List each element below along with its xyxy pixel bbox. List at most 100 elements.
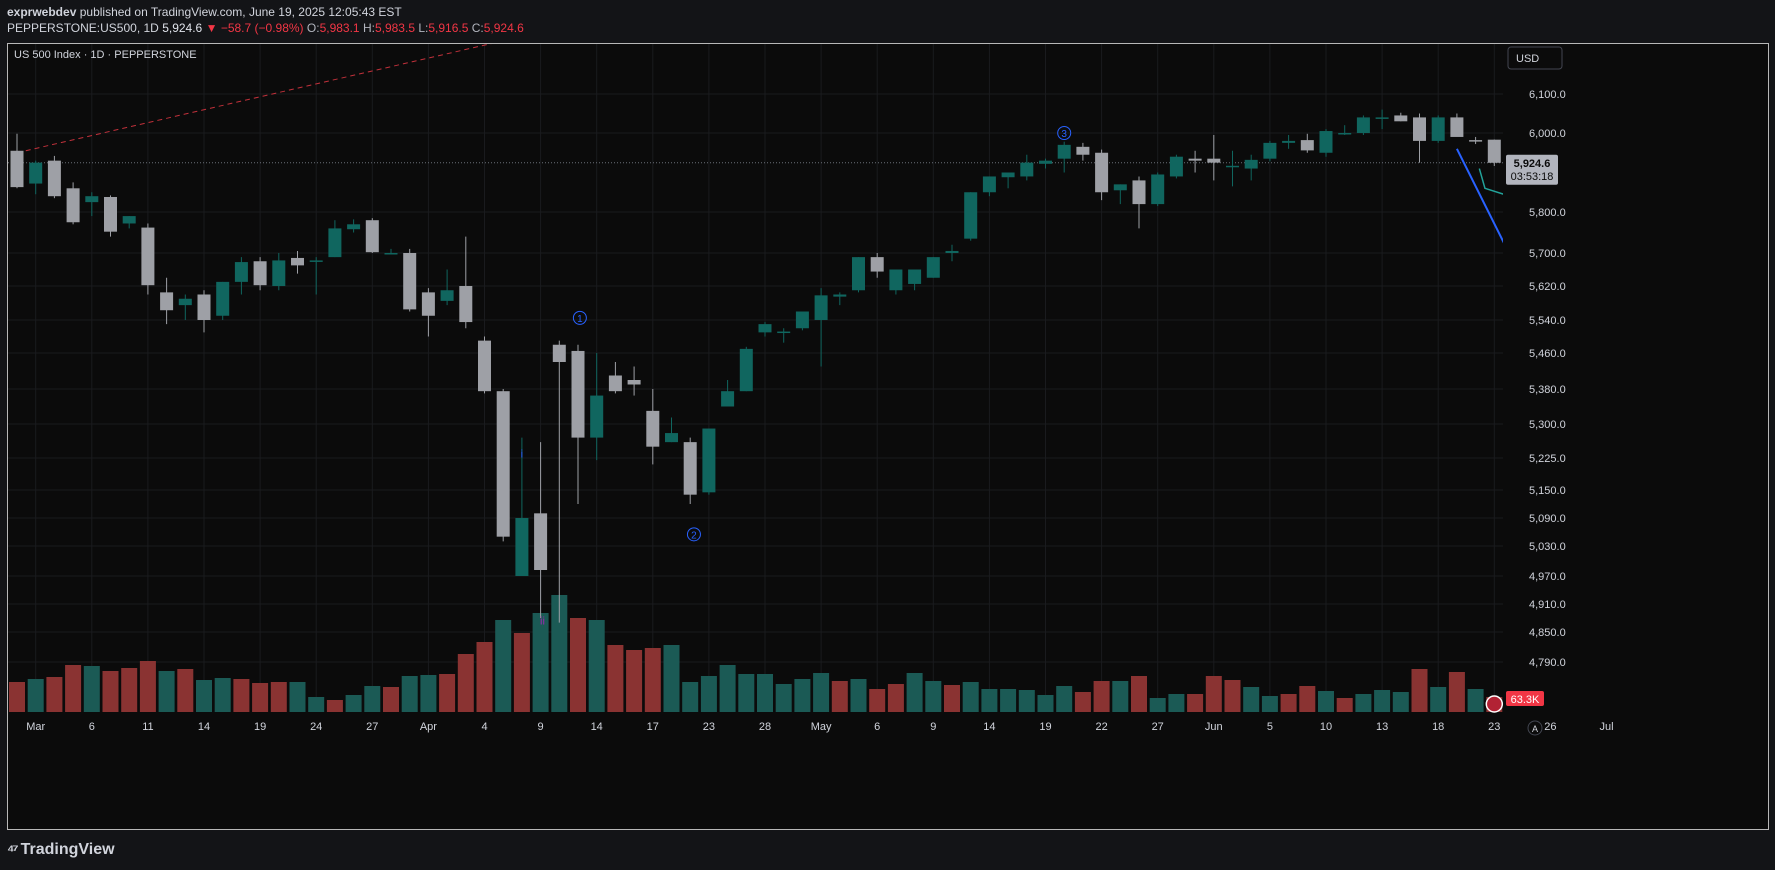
candle-body[interactable] — [1076, 146, 1090, 155]
candle-body[interactable] — [421, 292, 435, 316]
auto-scale-icon[interactable]: A — [1532, 724, 1538, 734]
candle-body[interactable] — [1188, 158, 1202, 161]
candle-body[interactable] — [982, 176, 996, 193]
tradingview-logo[interactable]: ⁴⁷ TradingView — [7, 841, 115, 859]
candle-body[interactable] — [889, 269, 903, 291]
candle-body[interactable] — [571, 350, 585, 438]
candle-body[interactable] — [104, 196, 117, 232]
candle-body[interactable] — [627, 380, 641, 385]
wave-label-i[interactable]: i — [521, 448, 523, 460]
candle-body[interactable] — [384, 253, 398, 255]
candle-body[interactable] — [1263, 142, 1277, 159]
candle-body[interactable] — [1469, 140, 1483, 142]
candle-body[interactable] — [1151, 174, 1165, 205]
candle-body[interactable] — [833, 294, 847, 297]
volume-bar — [476, 642, 493, 712]
candle-body[interactable] — [1282, 140, 1296, 143]
candle-body[interactable] — [1319, 131, 1333, 153]
wave-label-3[interactable]: 3 — [1061, 129, 1067, 140]
candle-body[interactable] — [1300, 140, 1314, 151]
candle-body[interactable] — [908, 269, 922, 284]
volume-bar — [1205, 676, 1222, 712]
candle-body[interactable] — [552, 344, 566, 362]
wave-label-ii[interactable]: ii — [540, 615, 545, 627]
price-tick-label: 5,380.0 — [1529, 384, 1566, 396]
candle-body[interactable] — [496, 391, 510, 537]
candle-body[interactable] — [964, 192, 978, 239]
candle-body[interactable] — [1338, 133, 1352, 135]
candle-body[interactable] — [253, 261, 267, 286]
candle-body[interactable] — [1450, 117, 1464, 137]
candle-body[interactable] — [216, 281, 230, 316]
candle-body[interactable] — [10, 150, 24, 188]
candle-body[interactable] — [1394, 115, 1408, 122]
candle-body[interactable] — [1020, 162, 1034, 177]
wave-label-1[interactable]: 1 — [577, 314, 583, 325]
candle-body[interactable] — [739, 348, 753, 392]
candle-body[interactable] — [1113, 184, 1127, 191]
candle-body[interactable] — [665, 433, 678, 443]
volume-bar — [906, 673, 923, 712]
candle-body[interactable] — [534, 513, 548, 570]
candle-body[interactable] — [758, 324, 772, 333]
candle-body[interactable] — [1095, 152, 1109, 193]
candle-body[interactable] — [1207, 158, 1221, 163]
candle-body[interactable] — [309, 260, 323, 262]
candle-body[interactable] — [702, 428, 716, 493]
wave-label-2[interactable]: 2 — [691, 530, 697, 541]
candle-body[interactable] — [1057, 144, 1071, 159]
candle-body[interactable] — [47, 160, 61, 197]
candle-body[interactable] — [926, 257, 940, 278]
candle-body[interactable] — [1132, 180, 1146, 205]
candle-body[interactable] — [29, 162, 43, 184]
candle-body[interactable] — [365, 220, 379, 253]
candle-body[interactable] — [945, 250, 959, 253]
candle-body[interactable] — [777, 331, 791, 334]
candle-body[interactable] — [403, 253, 417, 310]
candle-body[interactable] — [347, 224, 361, 230]
candle-body[interactable] — [66, 188, 80, 223]
volume-bar — [1037, 695, 1054, 712]
candle-body[interactable] — [1226, 165, 1239, 168]
open-label: O: — [306, 21, 320, 35]
candle-body[interactable] — [870, 257, 884, 272]
candle-body[interactable] — [440, 290, 454, 301]
candle-body[interactable] — [478, 340, 491, 392]
publisher-name[interactable]: exprwebdev — [7, 5, 76, 19]
currency-button-label[interactable]: USD — [1516, 53, 1539, 65]
candle-body[interactable] — [272, 260, 286, 286]
candle-body[interactable] — [515, 518, 529, 576]
candle-body[interactable] — [683, 442, 697, 495]
us-flag-event-icon[interactable] — [1485, 695, 1504, 713]
candle-body[interactable] — [1244, 159, 1258, 169]
candle-body[interactable] — [1356, 117, 1370, 133]
candle-body[interactable] — [459, 286, 473, 323]
candle-body[interactable] — [1039, 160, 1052, 164]
candle-body[interactable] — [795, 311, 809, 329]
candle-body[interactable] — [122, 216, 136, 224]
candle-body[interactable] — [646, 410, 660, 447]
candle-body[interactable] — [608, 375, 622, 392]
candle-body[interactable] — [1431, 117, 1445, 141]
candle-body[interactable] — [1375, 117, 1389, 119]
candle-body[interactable] — [234, 262, 248, 282]
price-chart[interactable]: 1234iii6,100.06,000.05,800.05,700.05,620… — [8, 44, 1768, 829]
candle-body[interactable] — [291, 257, 304, 266]
candle-body[interactable] — [1413, 117, 1426, 141]
candle-body[interactable] — [590, 395, 604, 438]
candle-body[interactable] — [85, 196, 99, 203]
chart-frame[interactable]: 1234iii6,100.06,000.05,800.05,700.05,620… — [7, 43, 1769, 830]
candle-body[interactable] — [160, 292, 174, 311]
candle-body[interactable] — [178, 298, 192, 306]
candle-body[interactable] — [814, 295, 828, 320]
candle-body[interactable] — [328, 228, 342, 258]
candle-body[interactable] — [721, 391, 735, 407]
candle-body[interactable] — [197, 294, 211, 321]
candle-body[interactable] — [1487, 139, 1501, 163]
symbol-label[interactable]: PEPPERSTONE:US500, 1D — [7, 21, 159, 35]
candle-body[interactable] — [1169, 156, 1183, 177]
candle-body[interactable] — [852, 257, 865, 291]
candle-body[interactable] — [1001, 172, 1015, 178]
volume-bar — [233, 679, 250, 712]
candle-body[interactable] — [141, 227, 155, 286]
